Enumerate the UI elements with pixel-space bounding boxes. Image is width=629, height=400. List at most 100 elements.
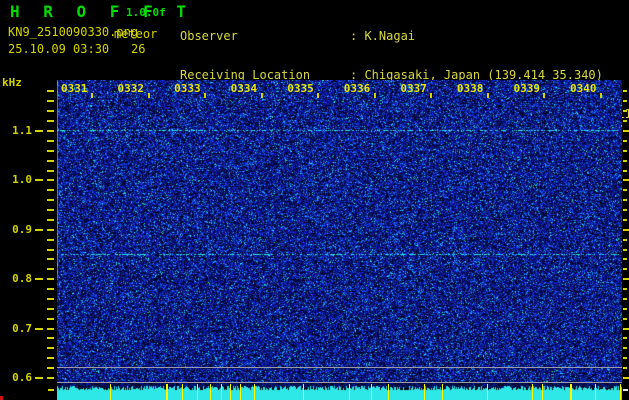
meteor-count-label: meteor — [114, 27, 158, 41]
y-axis-tick-left — [47, 90, 54, 92]
meteor-marker — [388, 384, 389, 400]
meteor-marker — [487, 384, 488, 400]
meteor-marker — [210, 384, 211, 400]
level-line — [57, 382, 622, 383]
y-axis-tick-left — [47, 357, 54, 359]
meteor-marker — [221, 384, 222, 400]
meteor-marker — [240, 384, 241, 400]
info-separator: : — [350, 29, 365, 43]
y-axis-tick-left — [47, 328, 54, 330]
y-axis-major-dash — [35, 130, 43, 132]
y-axis-tick-right — [623, 318, 627, 320]
meteor-marker — [166, 384, 168, 400]
y-axis-label: 0.6 — [12, 371, 32, 384]
meteor-marker — [182, 384, 183, 400]
plot-left-border — [57, 80, 58, 278]
y-axis-tick-left — [47, 258, 54, 260]
y-axis-tick-right — [623, 150, 627, 152]
y-axis-tick-left — [47, 110, 54, 112]
x-axis-tick — [373, 93, 376, 98]
y-axis-label: 1.0 — [12, 173, 32, 187]
y-axis-tick-right — [623, 258, 627, 260]
meteor-marker — [620, 384, 621, 400]
meteor-marker — [349, 384, 350, 400]
x-axis-label: 0337 — [400, 82, 427, 95]
meteor-marker — [532, 384, 533, 400]
x-axis-label: 0335 — [287, 82, 314, 95]
y-axis-major-dash — [35, 328, 43, 330]
meteor-marker — [542, 384, 543, 400]
meteor-count-value: 26 — [131, 42, 146, 56]
x-axis-label: 0334 — [230, 82, 258, 95]
y-axis-tick-left — [47, 318, 54, 320]
meteor-marker — [303, 384, 304, 400]
x-axis-label: 0336 — [343, 82, 371, 95]
x-axis-tick — [486, 93, 489, 98]
y-axis-tick-left — [47, 179, 54, 181]
x-axis-tick — [147, 93, 150, 98]
y-axis-tick-left — [47, 377, 54, 379]
y-axis-tick-right — [623, 199, 627, 201]
y-axis-tick-left — [47, 199, 54, 201]
level-bar-tick-right — [623, 389, 628, 391]
x-axis-label: 0332 — [117, 82, 145, 95]
meteor-marker — [110, 384, 111, 400]
info-value: K.Nagai — [364, 29, 416, 43]
y-axis-tick-right — [623, 189, 627, 191]
x-axis-label: 0333 — [174, 82, 201, 95]
y-axis-tick-left — [47, 170, 54, 172]
meteor-marker — [570, 384, 572, 400]
y-axis-tick-right — [623, 239, 627, 241]
y-axis-tick-left — [47, 278, 54, 280]
y-axis-major-dash — [35, 377, 43, 379]
y-axis-tick-right — [623, 110, 627, 112]
y-axis-tick-left — [47, 120, 54, 122]
y-axis-tick-left — [47, 239, 54, 241]
y-axis-tick-right — [623, 328, 629, 330]
meteor-marker — [230, 384, 231, 400]
x-axis-label: 0331 — [61, 82, 88, 95]
y-axis-tick-left — [47, 268, 54, 270]
y-axis-tick-left — [47, 150, 54, 152]
x-axis-tick — [317, 93, 320, 98]
x-axis-tick — [430, 93, 433, 98]
meteor-marker — [254, 384, 255, 400]
y-axis-major-dash — [35, 278, 43, 280]
info-row-observer: Observer: K.Nagai — [180, 30, 629, 43]
hrofft-screen: H R O F F T 1.0.0f KN9_2510090330.png me… — [0, 0, 629, 400]
y-axis-tick-left — [47, 229, 54, 231]
y-axis-tick-left — [47, 130, 54, 132]
y-axis-tick-left — [47, 209, 54, 211]
y-axis-tick-right — [623, 268, 627, 270]
y-axis-tick-left — [47, 337, 54, 339]
y-axis-tick-right — [623, 278, 629, 280]
y-axis-tick-left — [47, 100, 54, 102]
y-axis-label: 0.7 — [12, 321, 32, 335]
y-axis-tick-left — [47, 308, 54, 310]
y-axis-major-dash — [35, 179, 43, 181]
y-axis-tick-right — [623, 367, 627, 369]
x-axis-tick — [204, 93, 207, 98]
corner-red-mark — [0, 396, 3, 400]
meteor-marker — [424, 384, 425, 400]
level-bar-tick-left — [48, 389, 54, 391]
y-axis-tick-right — [623, 170, 627, 172]
y-axis-tick-right — [623, 288, 627, 290]
info-label: Observer — [180, 29, 238, 43]
y-axis-unit-label: kHz — [2, 76, 22, 89]
y-axis-tick-right — [623, 120, 627, 122]
y-axis-tick-left — [47, 347, 54, 349]
y-axis-tick-left — [47, 298, 54, 300]
spectrogram-canvas — [57, 80, 622, 400]
meteor-marker — [595, 384, 596, 400]
y-axis-tick-right — [623, 249, 627, 251]
x-axis-tick — [543, 93, 546, 98]
y-axis-tick-right — [623, 90, 627, 92]
meteor-marker — [197, 384, 198, 400]
y-axis-tick-right — [623, 337, 627, 339]
y-axis-tick-right — [623, 140, 627, 142]
y-axis-tick-left — [47, 140, 54, 142]
y-axis-tick-right — [623, 219, 627, 221]
y-axis-tick-left — [47, 288, 54, 290]
y-axis-tick-right — [623, 130, 629, 132]
